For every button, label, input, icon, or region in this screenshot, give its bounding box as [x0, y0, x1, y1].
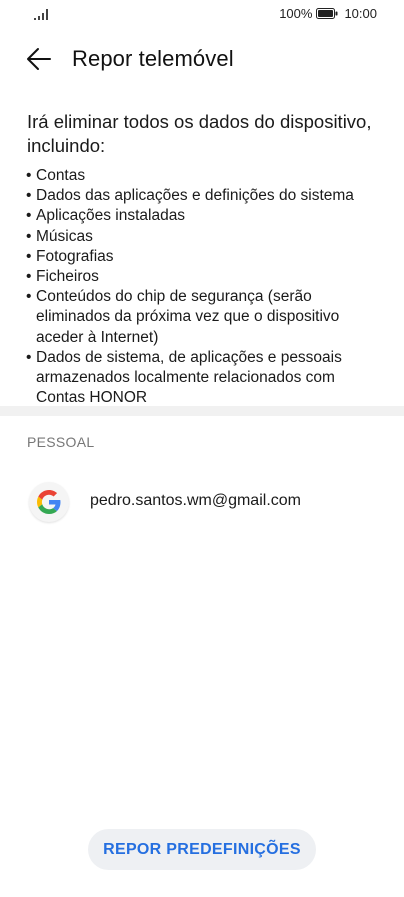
- list-item: Ficheiros: [26, 267, 376, 287]
- account-email: pedro.santos.wm@gmail.com: [90, 492, 301, 509]
- page-title: Repor telemóvel: [72, 46, 234, 71]
- account-row: pedro.santos.wm@gmail.com: [0, 478, 404, 528]
- arrow-left-icon[interactable]: [26, 46, 52, 72]
- clock: 10:00: [344, 6, 377, 21]
- list-item: Dados de sistema, de aplicações e pessoa…: [26, 348, 376, 409]
- list-item: Aplicações instaladas: [26, 206, 376, 226]
- list-item: Dados das aplicações e definições do sis…: [26, 186, 376, 206]
- section-header: PESSOAL: [27, 434, 95, 450]
- list-item: Fotografias: [26, 247, 376, 267]
- list-item: Contas: [26, 166, 376, 186]
- google-icon: [29, 482, 69, 522]
- reset-defaults-button[interactable]: REPOR PREDEFINIÇÕES: [88, 829, 316, 870]
- battery-percent: 100%: [279, 6, 313, 21]
- status-bar: 100% 10:00: [0, 0, 404, 28]
- list-item: Músicas: [26, 227, 376, 247]
- section-divider: [0, 406, 404, 416]
- intro-text: Irá eliminar todos os dados do dispositi…: [27, 111, 372, 156]
- battery-icon: [316, 8, 338, 19]
- data-items-list: Contas Dados das aplicações e definições…: [26, 166, 376, 408]
- signal-icon: [34, 9, 48, 20]
- app-header: Repor telemóvel: [0, 40, 404, 80]
- list-item: Conteúdos do chip de segurança (serão el…: [26, 287, 376, 348]
- status-right: 100% 10:00: [279, 6, 377, 21]
